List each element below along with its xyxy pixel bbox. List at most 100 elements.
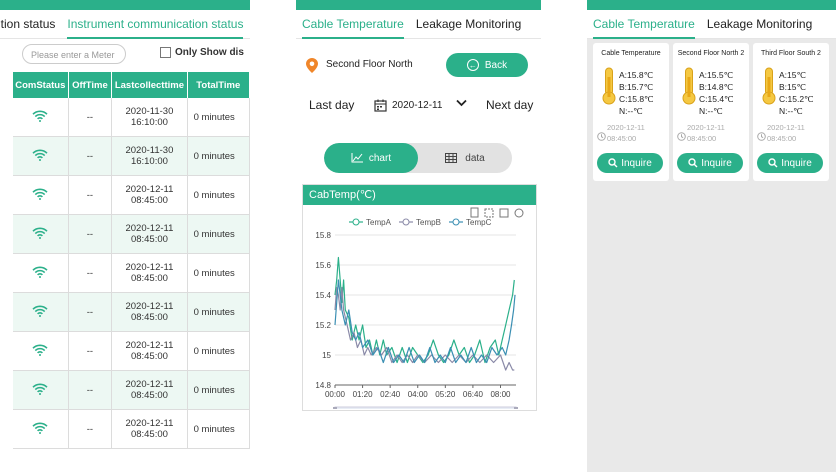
tab-cable-temperature[interactable]: Cable Temperature [296,17,410,39]
card-title: Cable Temperature [601,50,661,57]
data-zoom-slider[interactable] [334,406,517,422]
lastcollecttime-cell: 2020-11-30 16:10:00 [111,136,188,176]
totaltime-cell: 0 minutes [187,98,250,137]
tab-leakage-monitoring[interactable]: Leakage Monitoring [701,17,818,31]
collect-date: 2020-12-11 [125,223,174,234]
last-day-button[interactable]: Last day [309,98,354,112]
wifi-icon [32,422,48,437]
chart-canvas[interactable]: TempA TempB TempC 14.8 15 15.2 15.4 15.6 15.8 00:… [303,205,536,422]
back-button[interactable]: ← Back [446,53,528,77]
search-icon [688,158,698,168]
collect-date: 2020-12-11 [125,262,174,273]
collect-time: 08:45:00 [130,273,168,284]
x-tick-label: 01:20 [353,390,374,399]
collect-time: 08:45:00 [130,429,168,440]
inquire-button[interactable]: Inquire [757,153,823,173]
chevron-down-icon[interactable] [456,99,467,110]
lastcollecttime-cell: 2020-12-11 08:45:00 [111,175,188,215]
series-line-tempc[interactable] [334,279,516,364]
collect-time: 08:45:00 [130,351,168,362]
lastcollecttime-cell: 2020-12-11 08:45:00 [111,370,188,410]
clock-icon [757,128,766,146]
zoom-reset-icon[interactable] [499,208,509,218]
totaltime-cell: 0 minutes [187,370,250,410]
totaltime-cell: 0 minutes [187,331,250,371]
table-row[interactable]: -- 2020-12-11 08:45:00 0 minutes [13,370,250,410]
x-tick-label: 06:40 [463,390,484,399]
calendar-icon[interactable] [374,99,387,115]
filter-row: Please enter a Meter Only Show dis [0,44,250,66]
wifi-icon [32,188,48,203]
thermometer-icon [602,67,616,110]
col-lastcollecttime: Lastcollecttime [111,72,188,98]
cable-temperature-chart: CabTemp(℃) TempA TempB TempC 14.8 15 15.2 15.4… [302,184,537,422]
clock-icon [677,128,686,146]
tab-operation-status[interactable]: ition status [0,17,61,31]
inquire-label: Inquire [621,157,652,169]
chart-view-button[interactable]: chart [324,143,418,173]
phase-a-value: A:15℃ [779,70,807,80]
timestamp-time: 08:45:00 [607,134,637,143]
y-tick-label: 14.8 [315,381,331,390]
offtime-cell: -- [68,98,113,137]
wifi-icon [32,266,48,281]
y-tick-label: 15 [322,351,331,360]
data-view-button[interactable]: data [418,143,512,173]
tab-bar: Cable Temperature Leakage Monitoring [296,10,541,39]
table-row[interactable]: -- 2020-12-11 08:45:00 0 minutes [13,292,250,332]
legend-label[interactable]: TempC [466,218,492,227]
table-row[interactable]: -- 2020-12-11 08:45:00 0 minutes [13,331,250,371]
legend-label[interactable]: TempA [366,218,392,227]
lastcollecttime-cell: 2020-12-11 08:45:00 [111,331,188,371]
collect-date: 2020-12-11 [125,301,174,312]
legend-label[interactable]: TempB [416,218,441,227]
offtime-cell: -- [68,214,113,254]
lastcollecttime-cell: 2020-12-11 08:45:00 [111,292,188,332]
totaltime-cell: 0 minutes [187,292,250,332]
restore-icon[interactable] [514,208,524,218]
comstatus-cell [13,175,69,215]
inquire-label: Inquire [781,157,812,169]
tab-bar: Cable Temperature Leakage Monitoring [587,10,836,39]
cable-temperature-detail-screen: Cable Temperature Leakage Monitoring Sec… [296,0,541,472]
table-row[interactable]: -- 2020-12-11 08:45:00 0 minutes [13,175,250,215]
back-arrow-icon: ← [466,59,479,71]
next-day-button[interactable]: Next day [486,98,533,112]
table-row[interactable]: -- 2020-12-11 08:45:00 0 minutes [13,253,250,293]
inquire-button[interactable]: Inquire [677,153,743,173]
wifi-icon [32,305,48,320]
table-row[interactable]: -- 2020-11-30 16:10:00 0 minutes [13,98,250,137]
inquire-label: Inquire [701,157,732,169]
clock-icon [597,128,606,146]
table-row[interactable]: -- 2020-12-11 08:45:00 0 minutes [13,214,250,254]
sensor-card-list: Cable Temperature A:15.8℃ B:15.7℃ C:15.8℃ N:… [593,43,836,181]
comstatus-cell [13,253,69,293]
meter-search-input[interactable]: Please enter a Meter [22,44,126,64]
col-offtime: OffTime [68,72,113,98]
legend-marker[interactable] [352,218,360,226]
zoom-handle-left[interactable] [333,407,337,421]
timestamp-date: 2020-12-11 [687,123,725,132]
only-show-checkbox[interactable]: Only Show dis [160,47,244,58]
tab-leakage-monitoring[interactable]: Leakage Monitoring [410,17,527,31]
wifi-icon [32,344,48,359]
checkbox-box[interactable] [160,47,171,58]
table-row[interactable]: -- 2020-11-30 16:10:00 0 minutes [13,136,250,176]
date-picker[interactable]: 2020-12-11 [392,100,442,111]
tab-cable-temperature[interactable]: Cable Temperature [587,17,701,39]
zoom-handle-right[interactable] [514,407,518,421]
legend-marker[interactable] [452,218,460,226]
legend-marker[interactable] [402,218,410,226]
inquire-button[interactable]: Inquire [597,153,663,173]
tab-instrument-communication-status[interactable]: Instrument communication status [61,17,249,39]
zoom-select-icon[interactable] [484,208,494,218]
offtime-cell: -- [68,292,113,332]
phase-a-value: A:15.5℃ [699,70,734,80]
location-name: Second Floor North [326,59,413,70]
x-tick-label: 04:00 [408,390,429,399]
table-row[interactable]: -- 2020-12-11 08:45:00 0 minutes [13,409,250,449]
comm-status-screen: ition status Instrument communication st… [0,0,250,472]
comstatus-cell [13,136,69,176]
save-image-icon[interactable] [470,207,479,218]
phase-b-value: B:15℃ [779,82,807,92]
